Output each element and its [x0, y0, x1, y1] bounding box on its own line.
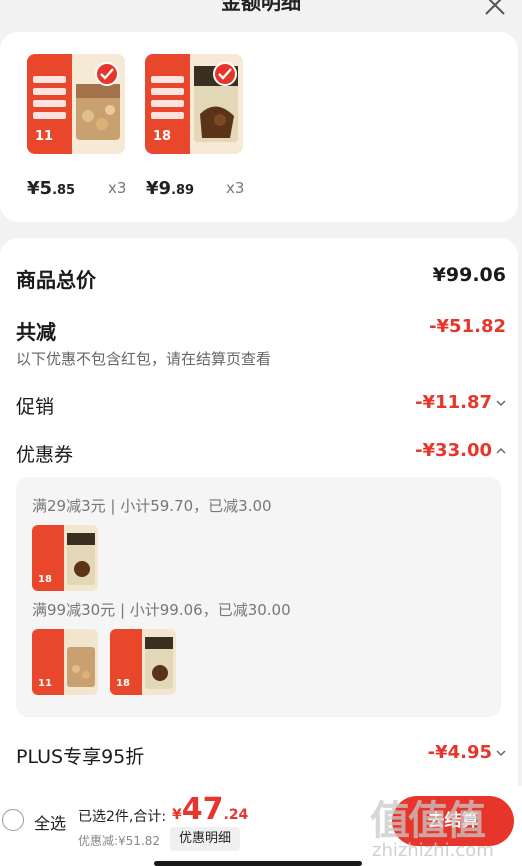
coupon-value: -¥33.00 [415, 440, 506, 461]
coupon-product-thumb[interactable]: 11 [32, 629, 98, 695]
total-reduce-value: -¥51.82 [429, 316, 506, 337]
home-indicator [154, 861, 362, 866]
checkout-bar: 全选 已选2件,合计: ¥47.24 优惠减:¥51.82 优惠明细 去结算 [0, 786, 522, 866]
total-reduce-row: 共减 -¥51.82 [16, 316, 506, 345]
discount-detail-button[interactable]: 优惠明细 [170, 827, 240, 851]
products-card: 11 18 ¥5.85 x3 ¥9.89 x3 [0, 32, 518, 222]
chevron-up-icon [496, 447, 506, 454]
select-all-label[interactable]: 全选 [34, 810, 66, 834]
chevron-down-icon [496, 400, 506, 407]
plus-discount-row[interactable]: PLUS专享95折 -¥4.95 [16, 742, 506, 769]
coupon-product-thumb[interactable]: 18 [32, 525, 98, 591]
total-reduce-label: 共减 [16, 320, 56, 344]
product-label-panel: 11 [27, 54, 73, 154]
product-image-nuts[interactable]: 11 [27, 54, 125, 154]
chevron-down-icon [496, 750, 506, 757]
red-packet-hint: 以下优惠不包含红包，请在结算页查看 [16, 350, 272, 368]
product-label-panel: 18 [145, 54, 191, 154]
coupon-product-thumb[interactable]: 18 [110, 629, 176, 695]
total-price-label: 商品总价 [16, 268, 96, 292]
discount-amount: 优惠减:¥51.82 [78, 834, 161, 848]
coupon-details: 满29减3元 | 小计59.70，已减3.00 18 满99减30元 | 小计9… [16, 477, 501, 717]
sheet-title: 金额明细 [221, 0, 301, 14]
product-price: ¥9.89 [146, 178, 195, 199]
sheet-header: 金额明细 [0, 0, 522, 28]
product-label-number: 18 [153, 129, 172, 144]
product-image-chocolate[interactable]: 18 [145, 54, 243, 154]
selected-count: 已选2件,合计: [78, 809, 167, 825]
product-quantity: x3 [226, 179, 245, 197]
total-price-value: ¥99.06 [432, 264, 506, 286]
coupon-rule: 满29减3元 | 小计59.70，已减3.00 [32, 497, 272, 515]
product-label-number: 11 [35, 129, 54, 144]
coupon-row[interactable]: 优惠券 -¥33.00 [16, 440, 506, 467]
promo-row[interactable]: 促销 -¥11.87 [16, 392, 506, 419]
total-price-row: 商品总价 ¥99.06 [16, 264, 506, 293]
select-all-radio[interactable] [2, 809, 24, 831]
close-icon[interactable] [482, 0, 508, 18]
coupon-rule: 满99减30元 | 小计99.06，已减30.00 [32, 601, 291, 619]
coupon-label: 优惠券 [16, 444, 74, 466]
checkmark-icon[interactable] [95, 62, 119, 86]
product-quantity: x3 [108, 179, 127, 197]
total-amount: ¥47.24 [172, 792, 249, 827]
plus-discount-label: PLUS专享95折 [16, 746, 145, 768]
product-price: ¥5.85 [27, 178, 76, 199]
checkmark-icon[interactable] [213, 62, 237, 86]
promo-label: 促销 [16, 396, 55, 418]
checkout-button[interactable]: 去结算 [392, 796, 514, 846]
plus-discount-value: -¥4.95 [428, 742, 506, 763]
promo-value: -¥11.87 [415, 392, 506, 413]
